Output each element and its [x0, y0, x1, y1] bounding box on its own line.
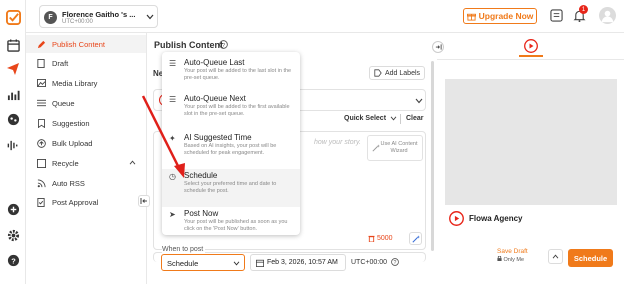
chevron-up-icon	[552, 254, 559, 259]
notification-badge: 1	[579, 5, 588, 14]
send-icon: ➤	[169, 210, 176, 219]
svg-text:?: ?	[394, 260, 397, 266]
calendar-icon	[256, 259, 264, 267]
upgrade-now-button[interactable]: Upgrade Now	[463, 8, 537, 24]
post-timezone: UTC+00:00	[351, 259, 387, 266]
sidebar-item-suggestion[interactable]: Suggestion	[26, 114, 146, 132]
gift-icon	[466, 13, 476, 21]
divider	[400, 114, 401, 124]
svg-text:?: ?	[11, 256, 16, 265]
clear-button[interactable]: Clear	[406, 115, 424, 122]
bookmark-icon	[36, 118, 46, 128]
magic-wand-icon	[411, 234, 420, 243]
save-draft-button[interactable]: Save Draft Only Me	[497, 245, 543, 267]
character-counter: 5000	[368, 235, 393, 242]
chevron-up-icon	[129, 160, 136, 165]
top-bar: F Florence Gaitho 's ... UTC+00:00 Upgra…	[26, 0, 624, 33]
preview-channel-row: Flowa Agency	[445, 205, 617, 231]
user-icon	[601, 10, 614, 23]
queue-last-icon: ☰	[169, 59, 177, 68]
workspace-selector[interactable]: F Florence Gaitho 's ... UTC+00:00	[39, 5, 158, 28]
news-feed-icon[interactable]	[550, 9, 563, 22]
workspace-timezone: UTC+00:00	[62, 19, 93, 25]
ai-wand-button[interactable]	[409, 232, 422, 245]
save-options-toggle[interactable]	[548, 249, 563, 264]
workspace-avatar: F	[44, 11, 57, 24]
publish-send-icon[interactable]	[5, 61, 21, 77]
when-to-post-label: When to post	[162, 246, 206, 253]
youtube-channel-avatar-icon	[449, 210, 464, 226]
youtube-icon	[524, 39, 538, 53]
preview-panel: Flowa Agency Save Draft Only Me Schedule	[437, 33, 624, 284]
schedule-button[interactable]: Schedule	[568, 249, 613, 267]
workspace-name: Florence Gaitho 's ...	[62, 10, 136, 19]
sidebar-item-draft[interactable]: Draft	[26, 54, 146, 72]
chevron-down-icon	[233, 261, 240, 266]
sidebar: Publish Content Draft Media Library Queu…	[26, 33, 150, 284]
analytics-icon[interactable]	[5, 86, 21, 102]
menu-item-post-now[interactable]: ➤ Post Now Your post will be published a…	[162, 207, 300, 245]
upgrade-label: Upgrade Now	[478, 11, 534, 21]
annotation-arrow	[141, 95, 185, 178]
page-title: Publish Content	[154, 40, 223, 50]
listening-wave-icon[interactable]	[5, 137, 21, 153]
editor-placeholder: how your story.	[314, 139, 361, 146]
sidebar-item-recycle[interactable]: Recycle	[26, 154, 146, 172]
image-icon	[36, 79, 46, 87]
youtube-preview-tab[interactable]	[523, 39, 539, 53]
help-circle-icon[interactable]: ?	[391, 258, 399, 266]
chevron-down-icon	[415, 98, 423, 104]
help-circle-icon[interactable]: ?	[219, 40, 228, 49]
chevron-down-icon	[390, 116, 397, 121]
sidebar-item-auto-rss[interactable]: Auto RSS	[26, 174, 146, 192]
app-logo-icon[interactable]	[5, 9, 21, 25]
calendar-icon[interactable]	[5, 37, 21, 53]
active-tab-indicator	[519, 55, 543, 57]
trash-icon	[368, 235, 375, 242]
inbox-chat-icon[interactable]	[5, 111, 21, 127]
tag-icon	[374, 69, 382, 77]
add-icon[interactable]	[5, 201, 21, 217]
divider	[437, 59, 624, 60]
menu-item-auto-queue-last[interactable]: ☰ Auto-Queue Last Your post will be adde…	[162, 56, 300, 94]
help-icon[interactable]: ?	[5, 252, 21, 268]
sidebar-item-queue[interactable]: Queue	[26, 94, 146, 112]
chevron-down-icon	[146, 14, 154, 20]
add-labels-button[interactable]: Add Labels	[369, 66, 425, 80]
scrollbar[interactable]	[431, 61, 434, 251]
draft-document-icon	[36, 58, 46, 68]
sidebar-item-bulk-upload[interactable]: Bulk Upload	[26, 134, 146, 152]
icon-bar: ?	[0, 0, 26, 284]
sidebar-item-media-library[interactable]: Media Library	[26, 74, 146, 92]
sidebar-item-publish-content[interactable]: Publish Content	[26, 35, 146, 53]
magic-wand-icon	[372, 144, 380, 152]
date-time-picker[interactable]: Feb 3, 2026, 10:57 AM	[250, 254, 346, 271]
quick-select-dropdown[interactable]: Quick Select	[344, 115, 386, 122]
queue-list-icon	[36, 99, 46, 107]
approval-icon	[36, 197, 46, 207]
sidebar-item-post-approval[interactable]: Post Approval	[26, 193, 146, 211]
ai-content-wizard-button[interactable]: Use AI Content Wizard	[367, 135, 423, 161]
schedule-type-select[interactable]: Schedule	[161, 254, 245, 271]
channel-name: Flowa Agency	[469, 213, 523, 223]
rss-icon	[36, 178, 46, 188]
lock-icon	[497, 255, 502, 261]
settings-gear-icon[interactable]	[5, 227, 21, 243]
recycle-icon	[36, 158, 46, 168]
user-avatar[interactable]	[599, 7, 616, 24]
only-me-label: Only Me	[497, 255, 543, 264]
bulk-upload-icon	[36, 138, 46, 148]
pencil-icon	[36, 40, 46, 49]
